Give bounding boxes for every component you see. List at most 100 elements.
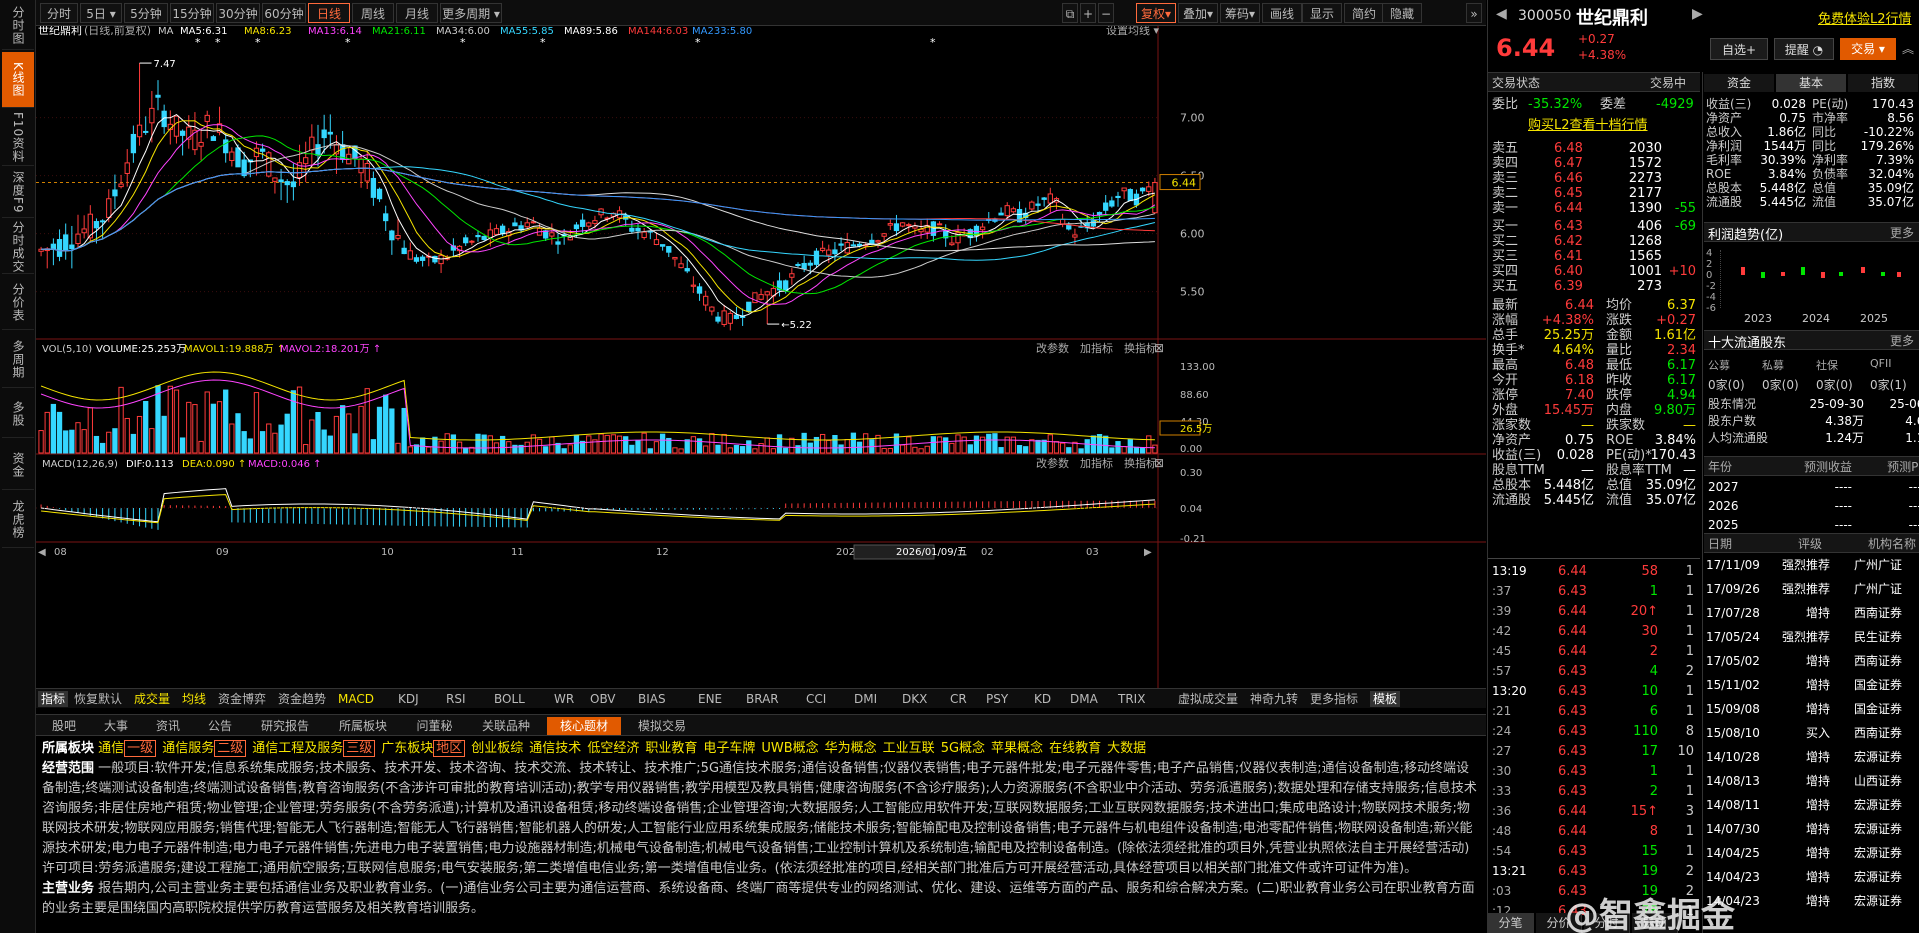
f10-tab-3[interactable]: 公告	[196, 717, 244, 735]
fund-tab-1[interactable]: 基本	[1776, 74, 1846, 92]
f10-tab-4[interactable]: 研究报告	[248, 717, 322, 735]
period-5[interactable]: 60分钟	[262, 3, 306, 23]
fund-tab-0[interactable]: 资金	[1704, 74, 1774, 92]
trade-button[interactable]: 交易 ▾	[1840, 38, 1896, 60]
profit-more[interactable]: 更多	[1890, 224, 1914, 241]
indicator-5[interactable]: 资金趋势	[278, 691, 326, 707]
indicator-10[interactable]: WR	[554, 691, 574, 707]
kline-chart-svg[interactable]: 7.006.506.005.50世纪鼎利(日线,前复权)MAMA5:6.31MA…	[36, 23, 1486, 688]
sector-9[interactable]: UWB概念	[761, 741, 818, 756]
indicator-25[interactable]: 更多指标	[1310, 691, 1358, 707]
sector-1[interactable]: 通信服务	[162, 741, 214, 756]
indicator-18[interactable]: CR	[950, 691, 967, 707]
sector-15[interactable]: 大数据	[1107, 741, 1146, 756]
period-2[interactable]: 5分钟	[124, 3, 168, 23]
add-watchlist-button[interactable]: 自选+	[1710, 38, 1768, 60]
f10-tab-2[interactable]: 资讯	[144, 717, 192, 735]
sidebar-item-8[interactable]: 资金	[2, 440, 34, 490]
alert-button[interactable]: 提醒 ◔	[1774, 38, 1834, 60]
l2-trial-link[interactable]: 免费体验L2行情	[1818, 8, 1912, 27]
kline-chart-area[interactable]: 7.006.506.005.50世纪鼎利(日线,前复权)MAMA5:6.31MA…	[36, 23, 1486, 706]
toolbar-icon-2[interactable]: −	[1098, 3, 1114, 23]
sidebar-item-6[interactable]: 多周期	[2, 332, 34, 388]
indicator-26[interactable]: 模板	[1370, 691, 1401, 707]
indicator-7[interactable]: KDJ	[398, 691, 419, 707]
collapse-icon[interactable]: »	[1466, 3, 1482, 23]
sector-5[interactable]: 通信技术	[529, 741, 581, 756]
indicator-6[interactable]: MACD	[338, 691, 374, 707]
f10-tab-0[interactable]: 股吧	[40, 717, 88, 735]
scroll-up-icon[interactable]: ︽	[1902, 40, 1914, 57]
period-8[interactable]: 月线	[396, 3, 438, 23]
indicator-15[interactable]: CCI	[806, 691, 826, 707]
indicator-22[interactable]: TRIX	[1118, 691, 1145, 707]
tool-2[interactable]: 筹码▾	[1220, 3, 1260, 23]
period-6[interactable]: 日线	[308, 3, 350, 23]
sector-13[interactable]: 苹果概念	[991, 741, 1043, 756]
sidebar-item-2[interactable]: F10资料	[2, 110, 34, 166]
f10-tab-8[interactable]: 核心题材	[547, 717, 621, 735]
tool-0[interactable]: 复权▾	[1136, 3, 1176, 23]
buy-l2-link[interactable]: 购买L2查看十档行情	[1528, 117, 1648, 134]
f10-tab-9[interactable]: 模拟交易	[625, 717, 699, 735]
indicator-0[interactable]: 指标	[38, 691, 69, 707]
indicator-12[interactable]: BIAS	[638, 691, 666, 707]
indicator-3[interactable]: 均线	[182, 691, 206, 707]
indicator-13[interactable]: ENE	[698, 691, 722, 707]
period-1[interactable]: 5日 ▾	[80, 3, 122, 23]
sidebar-item-3[interactable]: 深度F9	[2, 168, 34, 218]
indicator-14[interactable]: BRAR	[746, 691, 779, 707]
sector-0[interactable]: 通信	[98, 741, 124, 756]
sector-2[interactable]: 通信工程及服务	[252, 741, 343, 756]
period-9[interactable]: 更多周期 ▾	[440, 3, 502, 23]
toolbar-icon-0[interactable]: ⧉	[1062, 3, 1078, 23]
period-7[interactable]: 周线	[352, 3, 394, 23]
sector-8[interactable]: 电子车牌	[703, 741, 755, 756]
sidebar-item-5[interactable]: 分价表	[2, 276, 34, 330]
sidebar-item-4[interactable]: 分时成交	[2, 220, 34, 274]
sector-14[interactable]: 在线教育	[1049, 741, 1101, 756]
sector-10[interactable]: 华为概念	[825, 741, 877, 756]
indicator-11[interactable]: OBV	[590, 691, 616, 707]
indicator-9[interactable]: BOLL	[494, 691, 525, 707]
sidebar-item-1[interactable]: K线图	[2, 52, 34, 108]
indicator-20[interactable]: KD	[1034, 691, 1051, 707]
sidebar-item-9[interactable]: 龙虎榜	[2, 492, 34, 548]
indicator-17[interactable]: DKX	[902, 691, 927, 707]
tool-1[interactable]: 叠加▾	[1178, 3, 1218, 23]
period-4[interactable]: 30分钟	[216, 3, 260, 23]
sector-11[interactable]: 工业互联	[883, 741, 935, 756]
tool-4[interactable]: 显示	[1302, 3, 1342, 23]
toolbar-icon-1[interactable]: +	[1080, 3, 1096, 23]
prev-stock-icon[interactable]: ◀	[1496, 6, 1507, 22]
period-0[interactable]: 分时	[40, 3, 78, 23]
period-3[interactable]: 15分钟	[170, 3, 214, 23]
sector-7[interactable]: 职业教育	[645, 741, 697, 756]
sector-3[interactable]: 广东板块	[381, 741, 433, 756]
sector-4[interactable]: 创业板综	[471, 741, 523, 756]
ticks-tab-0[interactable]: 分笔	[1488, 913, 1534, 933]
indicator-2[interactable]: 成交量	[134, 691, 170, 707]
indicator-8[interactable]: RSI	[446, 691, 466, 707]
indicator-19[interactable]: PSY	[986, 691, 1008, 707]
tool-5[interactable]: 简约	[1344, 3, 1384, 23]
indicator-1[interactable]: 恢复默认	[74, 691, 122, 707]
tool-3[interactable]: 画线	[1262, 3, 1302, 23]
sector-12[interactable]: 5G概念	[941, 741, 985, 756]
next-stock-icon[interactable]: ▶	[1692, 6, 1703, 22]
indicator-21[interactable]: DMA	[1070, 691, 1098, 707]
f10-tab-7[interactable]: 关联品种	[469, 717, 543, 735]
sector-6[interactable]: 低空经济	[587, 741, 639, 756]
sidebar-item-7[interactable]: 多股	[2, 390, 34, 438]
holders-more[interactable]: 更多	[1890, 332, 1914, 349]
f10-tab-6[interactable]: 问董秘	[404, 717, 465, 735]
indicator-16[interactable]: DMI	[854, 691, 877, 707]
indicator-4[interactable]: 资金博弈	[218, 691, 266, 707]
indicator-24[interactable]: 神奇九转	[1250, 691, 1298, 707]
f10-tab-5[interactable]: 所属板块	[326, 717, 400, 735]
fund-tab-2[interactable]: 指数	[1848, 74, 1918, 92]
sidebar-item-0[interactable]: 分时图	[2, 2, 34, 50]
indicator-23[interactable]: 虚拟成交量	[1178, 691, 1238, 707]
f10-tab-1[interactable]: 大事	[92, 717, 140, 735]
tool-6[interactable]: 隐藏	[1382, 3, 1422, 23]
